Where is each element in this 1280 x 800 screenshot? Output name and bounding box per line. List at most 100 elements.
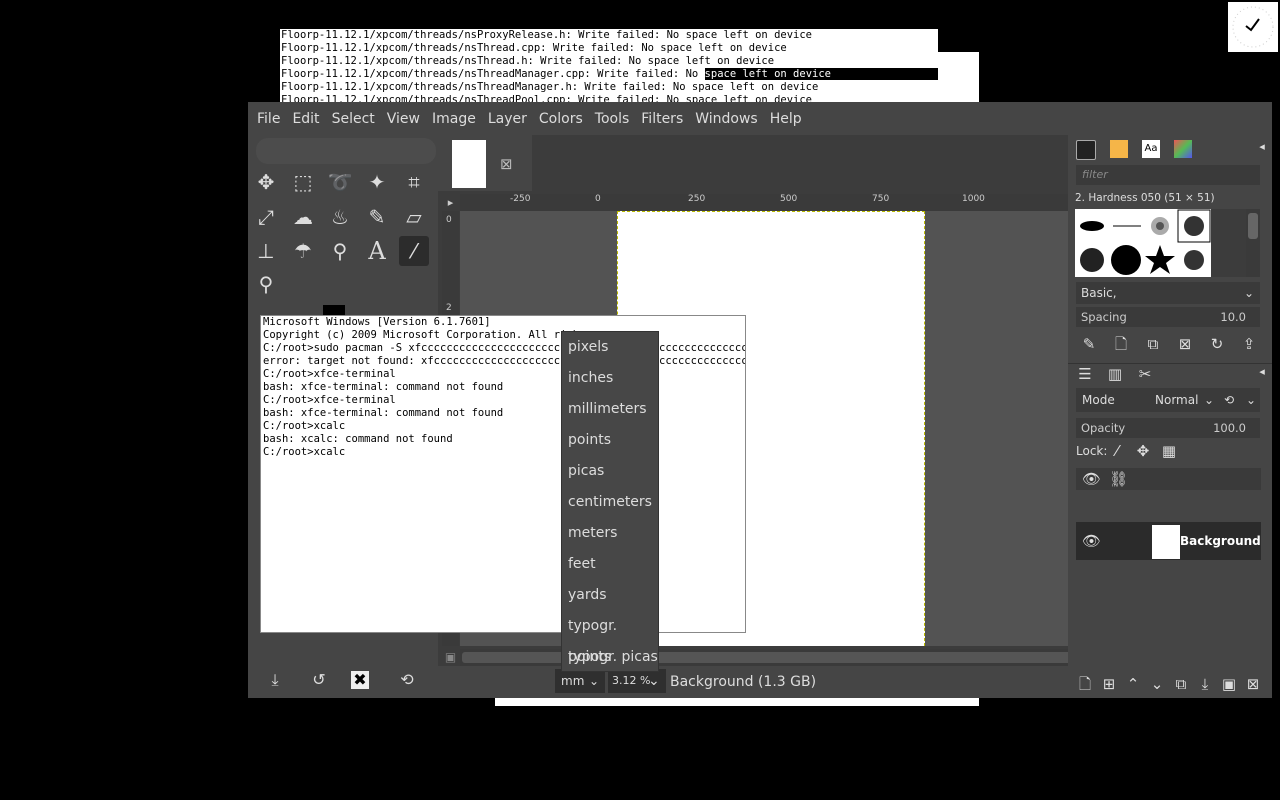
delete-icon[interactable]: ✖ <box>351 671 369 689</box>
new-layer-icon[interactable]: 🗋 <box>1076 675 1094 693</box>
new-layer-group-icon[interactable]: ⊞ <box>1100 675 1118 693</box>
brushes-tab-icon[interactable] <box>1076 140 1096 160</box>
duplicate-brush-icon[interactable]: ⧉ <box>1144 335 1162 353</box>
brush-grid[interactable] <box>1075 209 1211 277</box>
ruler-label: 500 <box>780 194 798 204</box>
nav-icon[interactable]: ▣ <box>442 649 459 666</box>
cmd-line: C:/root>xfce-terminal <box>263 394 396 406</box>
menu-tools[interactable]: Tools <box>589 111 636 127</box>
menu-colors[interactable]: Colors <box>533 111 589 127</box>
lower-layer-icon[interactable]: ⌄ <box>1148 675 1166 693</box>
unit-option-inches[interactable]: inches <box>562 363 658 394</box>
cmd-window[interactable]: Microsoft Windows [Version 6.1.7601] Cop… <box>260 315 746 633</box>
menu-layer[interactable]: Layer <box>482 111 533 127</box>
close-icon[interactable]: ⊠ <box>500 155 513 173</box>
layers-tab-icon[interactable]: ☰ <box>1076 365 1094 383</box>
lock-position-icon[interactable]: ✥ <box>1134 442 1152 460</box>
layer-mode-selector[interactable]: Mode Normal ⌄ ⟲ ⌄ <box>1076 388 1260 412</box>
image-tab[interactable]: ⊠ <box>438 135 532 191</box>
unit-option-picas[interactable]: picas <box>562 456 658 487</box>
spacing-spinner[interactable]: Spacing 10.0 <box>1076 307 1260 327</box>
spacing-value: 10.0 <box>1220 310 1246 324</box>
dock-menu-icon[interactable]: ◂ <box>1253 138 1271 156</box>
patterns-tab-icon[interactable] <box>1110 140 1128 158</box>
move-tool-icon[interactable]: ✥ <box>251 167 281 197</box>
chevron-down-icon[interactable]: ⌄ <box>1246 388 1256 412</box>
fonts-tab-icon[interactable]: Aa <box>1142 140 1160 158</box>
refresh-brushes-icon[interactable]: ↻ <box>1208 335 1226 353</box>
chain-icon[interactable]: ⛓ <box>1109 470 1128 488</box>
unit-option-centimeters[interactable]: centimeters <box>562 487 658 518</box>
unit-option-yards[interactable]: yards <box>562 580 658 611</box>
unit-option-typogr-picas[interactable]: typogr. picas <box>562 642 658 673</box>
unit-value: mm <box>561 674 585 688</box>
menu-view[interactable]: View <box>381 111 426 127</box>
brush-set-selector[interactable]: Basic, ⌄ <box>1076 282 1260 304</box>
opacity-spinner[interactable]: Opacity 100.0 <box>1076 418 1260 438</box>
image-thumbnail <box>452 140 486 188</box>
dock-menu-icon[interactable]: ◂ <box>1253 363 1271 381</box>
reset-mode-icon[interactable]: ⟲ <box>1224 388 1234 412</box>
background-terminal[interactable]: Floorp-11.12.1/xpcom/threads/nsProxyRele… <box>280 29 938 102</box>
terminal-line: Floorp-11.12.1/xpcom/threads/nsThread.cp… <box>281 42 787 54</box>
mask-layer-icon[interactable]: ▣ <box>1220 675 1238 693</box>
unit-option-pixels[interactable]: pixels <box>562 332 658 363</box>
eye-icon[interactable]: 👁 <box>1082 470 1101 488</box>
unit-option-millimeters[interactable]: millimeters <box>562 394 658 425</box>
duplicate-layer-icon[interactable]: ⧉ <box>1172 675 1190 693</box>
eye-icon[interactable]: 👁 <box>1082 532 1101 550</box>
channels-tab-icon[interactable]: ▥ <box>1106 365 1124 383</box>
raise-layer-icon[interactable]: ⌃ <box>1124 675 1142 693</box>
lock-pixels-icon[interactable]: ⁄ <box>1108 442 1126 460</box>
lasso-tool-icon[interactable]: ➰ <box>325 167 355 197</box>
new-brush-icon[interactable]: 🗋 <box>1112 335 1130 353</box>
quick-mask-icon[interactable]: ▸ <box>442 194 459 211</box>
unit-option-feet[interactable]: feet <box>562 549 658 580</box>
menu-windows[interactable]: Windows <box>689 111 764 127</box>
paths-tab-icon[interactable]: ✂ <box>1136 365 1154 383</box>
transform-tool-icon[interactable]: ⤢ <box>251 202 281 232</box>
unit-option-typogr-points[interactable]: typogr. points <box>562 611 658 665</box>
text-tool-icon[interactable]: A <box>362 236 392 266</box>
merge-layer-icon[interactable]: ⤓ <box>1196 675 1214 693</box>
menu-help[interactable]: Help <box>764 111 808 127</box>
warp-tool-icon[interactable]: ☁ <box>288 202 318 232</box>
edit-brush-icon[interactable]: ✎ <box>1080 335 1098 353</box>
smudge-tool-icon[interactable]: ☂ <box>288 236 318 266</box>
brush-scrollbar[interactable] <box>1246 209 1260 277</box>
restore-icon[interactable]: ↺ <box>310 671 328 689</box>
eraser-tool-icon[interactable]: ▱ <box>399 202 429 232</box>
gradients-tab-icon[interactable] <box>1174 140 1192 158</box>
paintbrush-tool-icon[interactable]: ✎ <box>362 202 392 232</box>
zoom-tool-icon[interactable]: ⚲ <box>251 269 281 299</box>
terminal-line: Floorp-11.12.1/xpcom/threads/nsThreadMan… <box>281 81 819 93</box>
layer-row[interactable]: 👁 Background <box>1076 522 1261 560</box>
delete-layer-icon[interactable]: ⊠ <box>1244 675 1262 693</box>
menu-select[interactable]: Select <box>326 111 381 127</box>
lock-alpha-icon[interactable]: ▦ <box>1160 442 1178 460</box>
unit-option-meters[interactable]: meters <box>562 518 658 549</box>
paths-tool-icon[interactable]: ⚲ <box>325 236 355 266</box>
bucket-fill-tool-icon[interactable]: ♨ <box>325 202 355 232</box>
brush-filter-input[interactable]: filter <box>1076 165 1260 185</box>
save-tool-preset-icon[interactable]: ⤓ <box>266 671 284 689</box>
mode-value: Normal <box>1155 393 1199 407</box>
color-picker-tool-icon[interactable]: ⁄ <box>399 236 429 266</box>
menu-file[interactable]: File <box>248 111 286 127</box>
rect-select-tool-icon[interactable]: ⬚ <box>288 167 318 197</box>
menu-image[interactable]: Image <box>426 111 482 127</box>
chevron-down-icon[interactable]: ⌄ <box>648 673 660 689</box>
clock-icon[interactable] <box>1228 2 1278 52</box>
open-brush-icon[interactable]: ⇪ <box>1240 335 1258 353</box>
cmd-line: error: target not found: xfccccccccccccc… <box>261 355 745 368</box>
crop-tool-icon[interactable]: ⌗ <box>399 167 429 197</box>
clone-tool-icon[interactable]: ⊥ <box>251 236 281 266</box>
reset-icon[interactable]: ⟲ <box>398 671 416 689</box>
cmd-line: Copyright (c) 2009 Microsoft Corporation… <box>263 329 580 341</box>
delete-brush-icon[interactable]: ⊠ <box>1176 335 1194 353</box>
menu-edit[interactable]: Edit <box>286 111 325 127</box>
terminal-line: Floorp-11.12.1/xpcom/threads/nsProxyRele… <box>281 29 813 41</box>
menu-filters[interactable]: Filters <box>635 111 689 127</box>
unit-option-points[interactable]: points <box>562 425 658 456</box>
fuzzy-select-tool-icon[interactable]: ✦ <box>362 167 392 197</box>
